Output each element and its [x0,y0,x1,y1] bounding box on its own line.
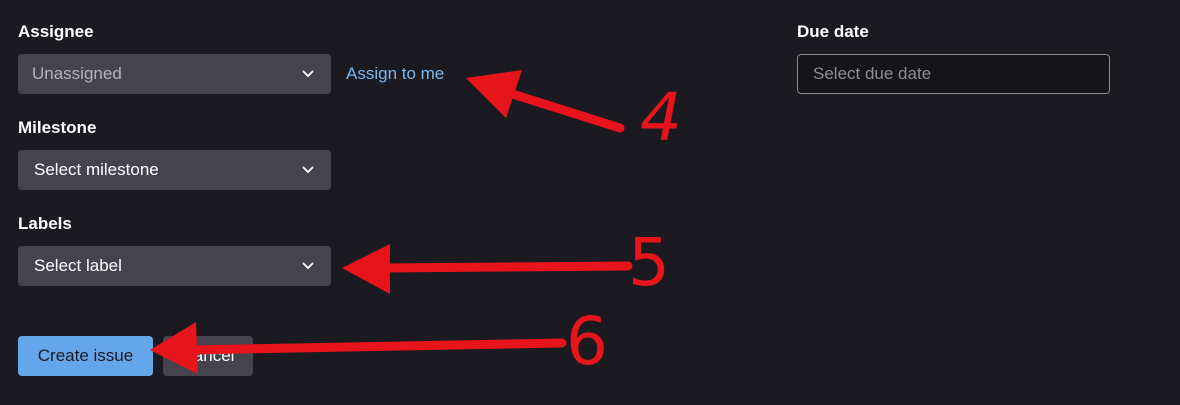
annotation-arrow-5 [342,244,633,294]
annotation-number-6: 6 [566,303,608,380]
chevron-down-icon [301,163,315,177]
cancel-button[interactable]: Cancel [163,336,253,376]
assignee-dropdown[interactable]: Unassigned [18,54,331,94]
labels-value: Select label [34,256,122,275]
create-issue-button[interactable]: Create issue [18,336,153,376]
due-date-input[interactable] [797,54,1110,94]
labels-dropdown[interactable]: Select label [18,246,331,286]
due-date-label: Due date [797,22,869,41]
milestone-value: Select milestone [34,160,159,179]
milestone-label: Milestone [18,118,97,137]
annotation-number-5: 5 [628,224,670,301]
annotation-arrow-4 [466,70,625,133]
chevron-down-icon [301,67,315,81]
assignee-label: Assignee [18,22,94,41]
labels-label: Labels [18,214,72,233]
assignee-value: Unassigned [32,64,122,83]
assign-to-me-link[interactable]: Assign to me [346,64,444,84]
chevron-down-icon [301,259,315,273]
annotation-number-4: 4 [640,79,682,156]
milestone-dropdown[interactable]: Select milestone [18,150,331,190]
